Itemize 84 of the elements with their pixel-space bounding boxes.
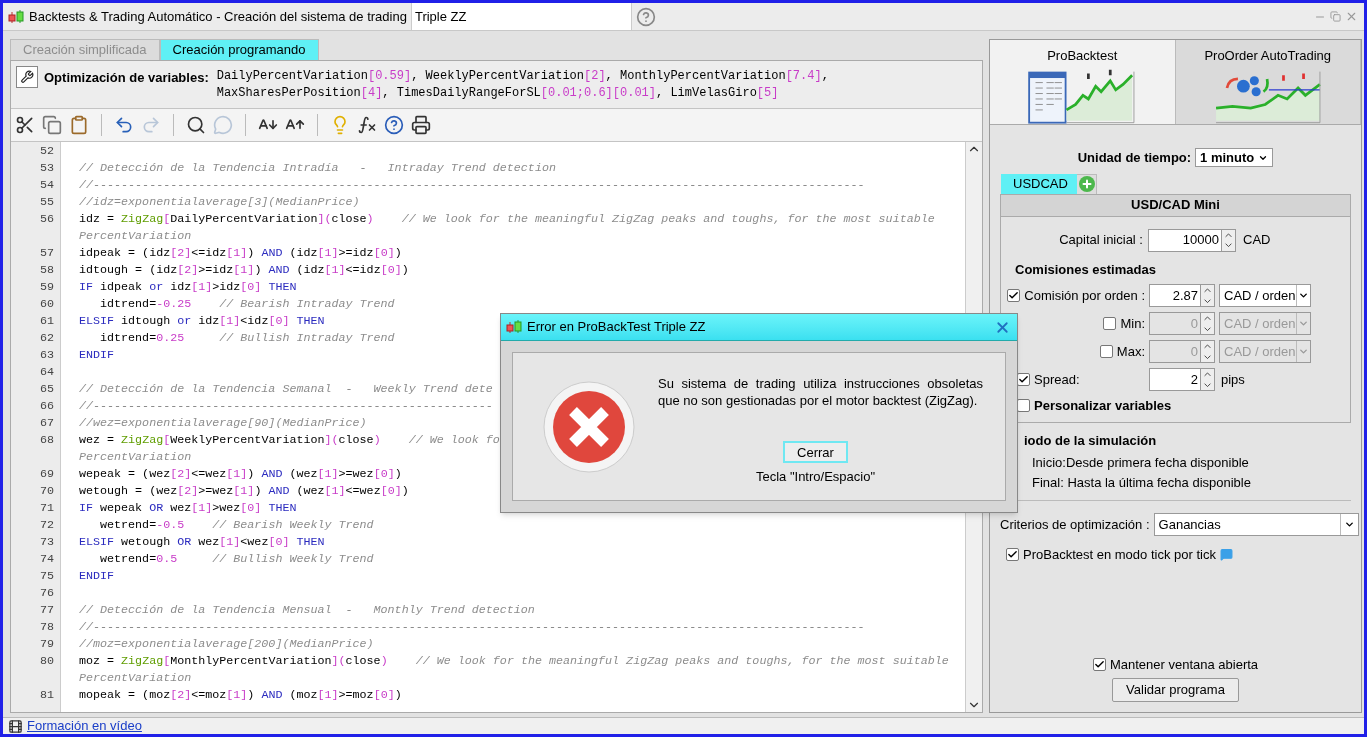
line-number: 80 (39, 654, 54, 668)
code-line: ELSIF idtough or idz[1]<idz[0] THEN (79, 313, 325, 330)
line-number: 62 (39, 331, 54, 345)
code-line: PercentVariation (79, 449, 192, 466)
currency-label: CAD (1243, 231, 1271, 250)
line-number: 68 (39, 433, 54, 447)
line-number: 53 (39, 161, 54, 175)
code-line: //moz=exponentialaverage[200](MedianPrice) (79, 636, 374, 653)
code-line: //wez=exponentialaverage[90](MedianPrice) (79, 415, 367, 432)
line-number: 74 (39, 552, 54, 566)
code-line: wetrend=0.5 // Bullish Weekly Trend (99, 551, 374, 568)
error-message: Su sistema de trading utiliza instrucciones obsoletas que no son gestionadas por el motor backtest (ZigZag). (657, 375, 983, 409)
dialog-title: Error en ProBackTest Triple ZZ (527, 318, 707, 337)
line-number: 75 (39, 569, 54, 583)
line-number: 58 (39, 263, 54, 277)
code-line: idtrend=0.25 // Bullish Intraday Trend (99, 330, 395, 347)
code-line: //--------------------------------------------------------- (79, 398, 493, 415)
code-line: // Detección de la Tendencia Intradía - Intraday Trend detection (79, 160, 556, 177)
instrument-title: USD/CAD Mini (1001, 194, 1350, 217)
line-number: 81 (39, 688, 54, 702)
optimization-label: Optimización de variables: (44, 69, 209, 87)
code-line: //-------------------------------------------------------------------------------------------------------------- (79, 619, 865, 636)
line-number: 57 (39, 246, 54, 260)
code-line: idpeak = (idz[2]<=idz[1]) AND (idz[1]>=idz[0]) (79, 245, 402, 262)
code-line: ENDIF (79, 568, 115, 585)
commission-label: Max: (1116, 342, 1145, 361)
keep-open-label: Mantener ventana abierta (1109, 655, 1259, 674)
pips-label: pips (1221, 370, 1245, 389)
code-line: mopeak = (moz[2]<=moz[1]) AND (moz[1]>=moz[0]) (79, 687, 402, 704)
line-number: 63 (39, 348, 54, 362)
key-hint: Tecla "Intro/Espacio" (755, 468, 876, 486)
code-line: ELSIF wetough OR wez[1]<wez[0] THEN (79, 534, 325, 551)
code-line: idz = ZigZag[DailyPercentVariation](close) // We look for the meaningful ZigZag peaks and toughs, for the most suitable (79, 211, 935, 228)
line-number: 77 (39, 603, 54, 617)
spread-label: Spread: (1034, 370, 1080, 389)
line-number: 71 (39, 501, 54, 515)
line-number: 60 (39, 297, 54, 311)
line-number: 54 (39, 178, 54, 192)
period-heading: iodo de la simulación (1024, 431, 1158, 450)
code-line: IF wepeak OR wez[1]>wez[0] THEN (79, 500, 297, 517)
code-line: wetrend=-0.5 // Bearish Weekly Trend (99, 517, 374, 534)
code-line: //-------------------------------------------------------------------------------------------------------------- (79, 177, 865, 194)
commissions-heading: Comisiones estimadas (1015, 260, 1157, 279)
window-title: Backtests & Trading Automático - Creación del sistema de trading (29, 7, 407, 26)
commission-label: Comisión por orden : (1024, 286, 1145, 305)
line-number: 66 (39, 399, 54, 413)
code-line: idtough = (idz[2]>=idz[1]) AND (idz[1]<=idz[0]) (79, 262, 409, 279)
code-line: IF idpeak or idz[1]>idz[0] THEN (79, 279, 297, 296)
criteria-label: Criterios de optimización : (1000, 515, 1150, 534)
optimization-variables-text: DailyPercentVariation[0.59], WeeklyPercentVariation[2], MonthlyPercentVariation[7.4], (216, 68, 829, 85)
period-text: Final: Hasta la última fecha disponible (1032, 473, 1252, 492)
code-line: // Detección de la Tendencia Semanal - Weekly Trend dete (79, 381, 493, 398)
code-line: wetough = (wez[2]>=wez[1]) AND (wez[1]<=wez[0]) (79, 483, 409, 500)
line-number: 55 (39, 195, 54, 209)
line-number: 52 (39, 144, 54, 158)
tick-mode-label: ProBacktest en modo tick por tick (1023, 546, 1216, 564)
custom-variables-label: Personalizar variables (1034, 397, 1172, 415)
optimization-variables-text: MaxSharesPerPosition[4], TimesDailyRangeForSL[0.01;0.6][0.01], LimVelasGiro[5] (216, 85, 780, 102)
line-number: 76 (39, 586, 54, 600)
line-number: 64 (39, 365, 54, 379)
line-number: 73 (39, 535, 54, 549)
line-number: 70 (39, 484, 54, 498)
capital-label: Capital inicial : (1058, 231, 1144, 250)
code-line: idtrend=-0.25 // Bearish Intraday Trend (99, 296, 395, 313)
code-line: ENDIF (79, 347, 115, 364)
line-number: 69 (39, 467, 54, 481)
timeframe-label: Unidad de tiempo: (1077, 149, 1192, 167)
line-number: 67 (39, 416, 54, 430)
line-number: 78 (39, 620, 54, 634)
code-line: //idz=exponentialaverage[3](MedianPrice) (79, 194, 360, 211)
code-line: PercentVariation (79, 228, 192, 245)
line-number: 79 (39, 637, 54, 651)
code-line: moz = ZigZag[MonthlyPercentVariation](close) // We look for the meaningful ZigZag peaks and toughs, for the most suitable (79, 653, 949, 670)
line-number: 59 (39, 280, 54, 294)
line-number: 72 (39, 518, 54, 532)
code-line: wez = ZigZag[WeeklyPercentVariation](close) // We look fo (79, 432, 500, 449)
code-line: wepeak = (wez[2]<=wez[1]) AND (wez[1]>=wez[0]) (79, 466, 402, 483)
code-line: // Detección de la Tendencia Mensual - Monthly Trend detection (79, 602, 535, 619)
line-number: 61 (39, 314, 54, 328)
line-number: 56 (39, 212, 54, 226)
period-text: Inicio:Desde primera fecha disponible (1032, 454, 1250, 472)
line-number: 65 (39, 382, 54, 396)
code-line: PercentVariation (79, 670, 192, 687)
commission-label: Min: (1120, 314, 1145, 333)
